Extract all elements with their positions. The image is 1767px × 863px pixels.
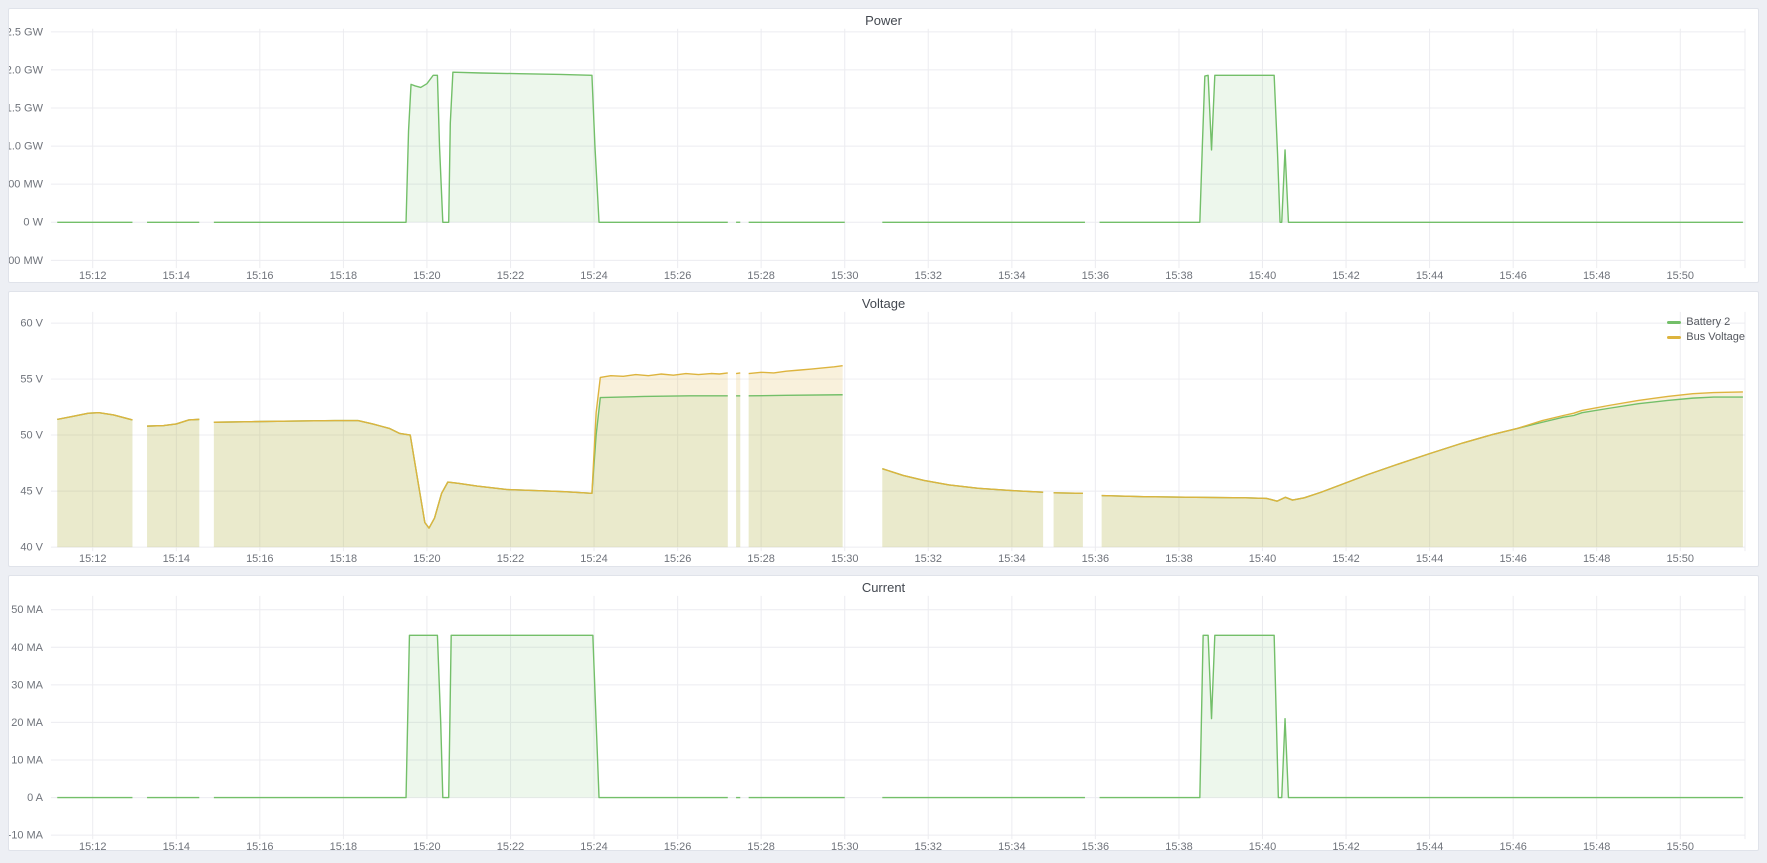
svg-text:15:48: 15:48 — [1583, 270, 1610, 282]
svg-text:15:50: 15:50 — [1667, 841, 1694, 850]
legend-item-bus-voltage[interactable]: Bus Voltage — [1667, 331, 1745, 344]
svg-text:2.0 GW: 2.0 GW — [9, 64, 44, 76]
legend-item-battery-2[interactable]: Battery 2 — [1667, 316, 1745, 329]
svg-text:15:28: 15:28 — [747, 553, 774, 565]
svg-text:15:36: 15:36 — [1082, 553, 1109, 565]
svg-text:15:22: 15:22 — [497, 553, 524, 565]
panel-power: Power 2.5 GW2.0 GW1.5 GW1.0 GW500 MW0 W-… — [8, 8, 1759, 283]
svg-text:45 V: 45 V — [20, 486, 43, 498]
svg-text:15:34: 15:34 — [998, 270, 1025, 282]
svg-text:15:38: 15:38 — [1165, 553, 1192, 565]
panel-title-current[interactable]: Current — [9, 580, 1758, 596]
svg-text:15:36: 15:36 — [1082, 841, 1109, 850]
svg-text:30 MA: 30 MA — [11, 679, 43, 691]
svg-text:15:16: 15:16 — [246, 841, 273, 850]
svg-text:15:40: 15:40 — [1249, 270, 1276, 282]
svg-text:15:20: 15:20 — [413, 270, 440, 282]
svg-text:15:34: 15:34 — [998, 553, 1025, 565]
svg-text:-500 MW: -500 MW — [9, 255, 44, 267]
svg-text:15:46: 15:46 — [1499, 841, 1526, 850]
svg-text:15:50: 15:50 — [1667, 270, 1694, 282]
legend-swatch-icon — [1667, 321, 1681, 324]
dashboard: Power 2.5 GW2.0 GW1.5 GW1.0 GW500 MW0 W-… — [0, 0, 1767, 859]
svg-text:15:36: 15:36 — [1082, 270, 1109, 282]
panel-current: Current 50 MA 40 MA 30 MA 20 MA 10 MA 0 A -10 … — [8, 575, 1759, 851]
svg-text:15:18: 15:18 — [330, 841, 357, 850]
svg-text:15:16: 15:16 — [246, 270, 273, 282]
svg-text:15:42: 15:42 — [1332, 553, 1359, 565]
svg-text:15:24: 15:24 — [580, 553, 607, 565]
svg-text:15:38: 15:38 — [1165, 270, 1192, 282]
svg-text:15:30: 15:30 — [831, 841, 858, 850]
svg-text:15:20: 15:20 — [413, 553, 440, 565]
svg-text:15:16: 15:16 — [246, 553, 273, 565]
svg-text:40 V: 40 V — [20, 542, 43, 554]
svg-text:-10 MA: -10 MA — [9, 830, 44, 842]
svg-text:15:44: 15:44 — [1416, 553, 1443, 565]
svg-text:15:28: 15:28 — [747, 270, 774, 282]
svg-text:15:48: 15:48 — [1583, 841, 1610, 850]
svg-text:50 MA: 50 MA — [11, 604, 43, 616]
svg-text:15:12: 15:12 — [79, 841, 106, 850]
svg-text:15:12: 15:12 — [79, 270, 106, 282]
svg-text:15:42: 15:42 — [1332, 270, 1359, 282]
svg-text:15:30: 15:30 — [831, 270, 858, 282]
svg-text:15:34: 15:34 — [998, 841, 1025, 850]
svg-text:15:32: 15:32 — [915, 841, 942, 850]
svg-text:15:20: 15:20 — [413, 841, 440, 850]
svg-text:15:24: 15:24 — [580, 841, 607, 850]
svg-text:15:12: 15:12 — [79, 553, 106, 565]
svg-text:15:30: 15:30 — [831, 553, 858, 565]
svg-text:15:26: 15:26 — [664, 553, 691, 565]
svg-text:15:40: 15:40 — [1249, 553, 1276, 565]
voltage-legend: Battery 2 Bus Voltage — [1667, 316, 1745, 344]
panel-title-power[interactable]: Power — [9, 13, 1758, 29]
legend-label: Battery 2 — [1686, 316, 1730, 329]
svg-text:60 V: 60 V — [20, 318, 43, 330]
svg-text:15:14: 15:14 — [163, 270, 190, 282]
svg-text:15:26: 15:26 — [664, 270, 691, 282]
svg-text:15:44: 15:44 — [1416, 270, 1443, 282]
svg-text:10 MA: 10 MA — [11, 754, 43, 766]
svg-text:15:18: 15:18 — [330, 553, 357, 565]
svg-text:15:18: 15:18 — [330, 270, 357, 282]
svg-text:15:24: 15:24 — [580, 270, 607, 282]
svg-text:15:32: 15:32 — [915, 553, 942, 565]
svg-text:15:42: 15:42 — [1332, 841, 1359, 850]
svg-text:20 MA: 20 MA — [11, 717, 43, 729]
svg-text:15:48: 15:48 — [1583, 553, 1610, 565]
panel-voltage: Voltage 60 V 55 V 50 V 45 V 40 V 15:12 15:14 15… — [8, 291, 1759, 567]
svg-text:0 W: 0 W — [23, 217, 43, 229]
voltage-chart[interactable]: 60 V 55 V 50 V 45 V 40 V 15:12 15:14 15:16 15:18… — [9, 292, 1758, 566]
svg-text:15:22: 15:22 — [497, 841, 524, 850]
svg-text:500 MW: 500 MW — [9, 179, 44, 191]
svg-text:15:28: 15:28 — [747, 841, 774, 850]
svg-text:15:46: 15:46 — [1499, 553, 1526, 565]
svg-text:15:26: 15:26 — [664, 841, 691, 850]
svg-text:15:50: 15:50 — [1667, 553, 1694, 565]
svg-text:50 V: 50 V — [20, 430, 43, 442]
svg-text:40 MA: 40 MA — [11, 642, 43, 654]
svg-text:15:38: 15:38 — [1165, 841, 1192, 850]
legend-label: Bus Voltage — [1686, 331, 1745, 344]
svg-text:15:32: 15:32 — [915, 270, 942, 282]
current-chart[interactable]: 50 MA 40 MA 30 MA 20 MA 10 MA 0 A -10 MA 15:12 1… — [9, 576, 1758, 850]
legend-swatch-icon — [1667, 336, 1681, 339]
svg-text:15:44: 15:44 — [1416, 841, 1443, 850]
svg-text:55 V: 55 V — [20, 374, 43, 386]
power-chart[interactable]: 2.5 GW2.0 GW1.5 GW1.0 GW500 MW0 W-500 MW… — [9, 9, 1758, 282]
svg-text:15:14: 15:14 — [163, 553, 190, 565]
svg-text:1.0 GW: 1.0 GW — [9, 141, 44, 153]
svg-text:15:14: 15:14 — [163, 841, 190, 850]
svg-text:0 A: 0 A — [27, 792, 44, 804]
panel-title-voltage[interactable]: Voltage — [9, 296, 1758, 312]
svg-text:1.5 GW: 1.5 GW — [9, 103, 44, 115]
svg-text:15:22: 15:22 — [497, 270, 524, 282]
svg-text:15:46: 15:46 — [1499, 270, 1526, 282]
svg-text:15:40: 15:40 — [1249, 841, 1276, 850]
